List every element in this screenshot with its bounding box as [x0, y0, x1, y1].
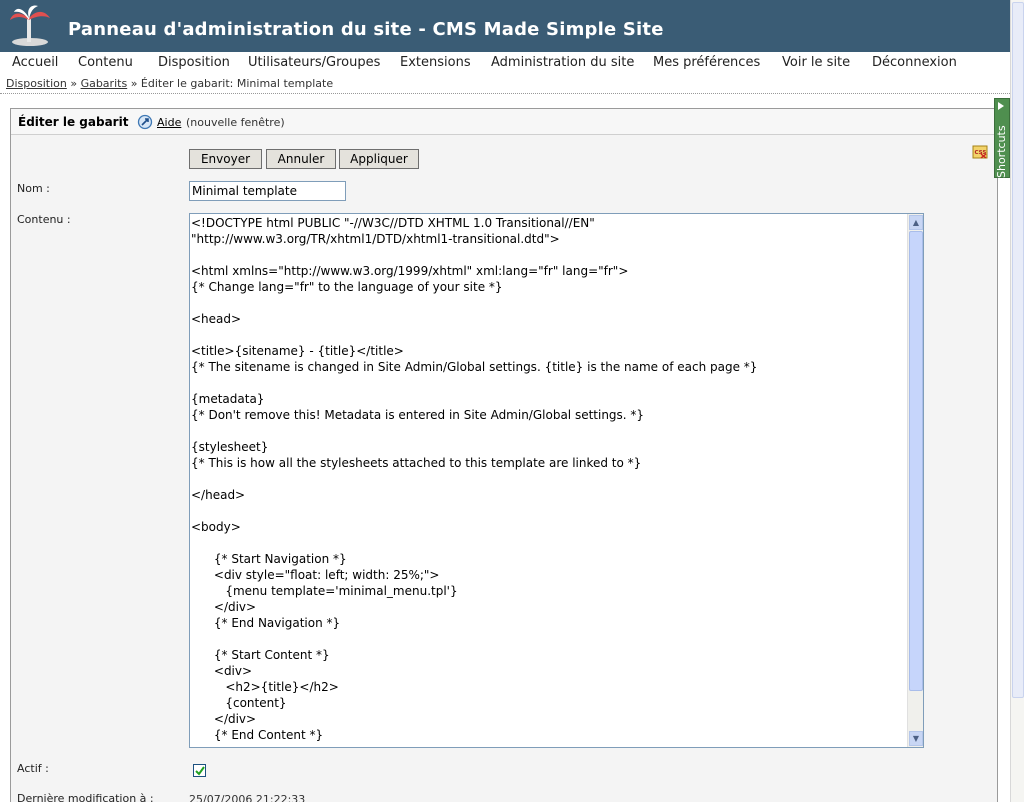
breadcrumb-divider: [0, 93, 1010, 94]
content-scrollbar[interactable]: ▲ ▼: [907, 214, 923, 747]
panel-header: Éditer le gabarit Aide (nouvelle fenêtre…: [11, 109, 997, 135]
code-line: {* End Navigation *}: [191, 616, 341, 630]
active-checkbox[interactable]: [193, 764, 206, 777]
menu-item-mes-preferences[interactable]: Mes préférences: [653, 55, 760, 70]
code-line: {* Change lang="fr" to the language of y…: [191, 280, 503, 294]
code-line: {stylesheet}: [191, 440, 269, 454]
menu-item-voir-le-site[interactable]: Voir le site: [782, 55, 850, 70]
breadcrumb-current: Éditer le gabarit: Minimal template: [140, 77, 334, 90]
breadcrumb: Disposition » Gabarits » Éditer le gabar…: [6, 77, 333, 90]
scroll-down-icon[interactable]: ▼: [909, 731, 923, 746]
menu-item-disposition[interactable]: Disposition: [158, 55, 230, 70]
css-icon[interactable]: CSS: [972, 144, 988, 160]
checkmark-icon: [195, 766, 205, 776]
code-line: <html xmlns="http://www.w3.org/1999/xhtm…: [191, 264, 629, 278]
code-line: <title>{sitename} - {title}</title>: [191, 344, 404, 358]
shortcuts-label: Shortcuts: [995, 125, 1008, 178]
name-input[interactable]: [189, 181, 346, 201]
code-line: </div>: [191, 712, 257, 726]
code-line: {metadata}: [191, 392, 265, 406]
submit-button[interactable]: Envoyer: [189, 149, 262, 169]
panel-title: Éditer le gabarit: [18, 115, 129, 129]
menu-item-administration-du-site[interactable]: Administration du site: [491, 55, 634, 70]
content-label: Contenu :: [17, 213, 71, 226]
active-label: Actif :: [17, 762, 49, 775]
name-label: Nom :: [17, 182, 50, 195]
site-title: Panneau d'administration du site - CMS M…: [68, 19, 664, 40]
breadcrumb-separator: »: [130, 77, 138, 90]
content-code: <!DOCTYPE html PUBLIC "-//W3C//DTD XHTML…: [191, 215, 907, 743]
code-line: {content}: [191, 696, 287, 710]
header-bar: Panneau d'administration du site - CMS M…: [0, 0, 1010, 52]
help-icon[interactable]: [137, 114, 153, 130]
code-line: <body>: [191, 520, 241, 534]
menu-item-extensions[interactable]: Extensions: [400, 55, 471, 70]
last-modified-value: 25/07/2006 21:22:33: [189, 793, 306, 802]
scroll-thumb[interactable]: [909, 231, 923, 691]
code-line: {* Start Content *}: [191, 648, 330, 662]
scroll-up-icon[interactable]: ▲: [909, 215, 923, 230]
code-line: <div>: [191, 664, 253, 678]
code-line: </head>: [191, 488, 246, 502]
cancel-button[interactable]: Annuler: [266, 149, 336, 169]
menu-item-contenu[interactable]: Contenu: [78, 55, 133, 70]
code-line: <div style="float: left; width: 25%;">: [191, 568, 440, 582]
code-line: {* Don't remove this! Metadata is entere…: [191, 408, 645, 422]
breadcrumb-link-gabarits[interactable]: Gabarits: [81, 77, 128, 90]
help-link[interactable]: Aide: [157, 116, 181, 129]
shortcuts-arrow-icon[interactable]: [998, 102, 1004, 110]
last-modified-label: Dernière modification à :: [17, 792, 154, 802]
breadcrumb-separator: »: [70, 77, 78, 90]
window-scrollbar[interactable]: [1010, 0, 1024, 802]
code-line: {* Start Navigation *}: [191, 552, 347, 566]
code-line: <!DOCTYPE html PUBLIC "-//W3C//DTD XHTML…: [191, 216, 595, 230]
code-line: "http://www.w3.org/TR/xhtml1/DTD/xhtml1-…: [191, 232, 560, 246]
breadcrumb-link-disposition[interactable]: Disposition: [6, 77, 67, 90]
code-line: {* The sitename is changed in Site Admin…: [191, 360, 758, 374]
menu-item-accueil[interactable]: Accueil: [12, 55, 58, 70]
menu-item-utilisateurs-groupes[interactable]: Utilisateurs/Groupes: [248, 55, 380, 70]
main-menu: Accueil Contenu Disposition Utilisateurs…: [0, 52, 1010, 72]
code-line: {* This is how all the stylesheets attac…: [191, 456, 642, 470]
window-scroll-thumb[interactable]: [1012, 2, 1024, 698]
cms-logo-icon: [10, 5, 50, 46]
code-line: {menu template='minimal_menu.tpl'}: [191, 584, 458, 598]
menu-item-deconnexion[interactable]: Déconnexion: [872, 55, 957, 70]
apply-button[interactable]: Appliquer: [339, 149, 419, 169]
content-textarea[interactable]: <!DOCTYPE html PUBLIC "-//W3C//DTD XHTML…: [189, 213, 924, 748]
code-line: <h2>{title}</h2>: [191, 680, 339, 694]
code-line: <head>: [191, 312, 242, 326]
help-note: (nouvelle fenêtre): [186, 116, 285, 129]
code-line: {* End Content *}: [191, 728, 324, 742]
code-line: </div>: [191, 600, 257, 614]
